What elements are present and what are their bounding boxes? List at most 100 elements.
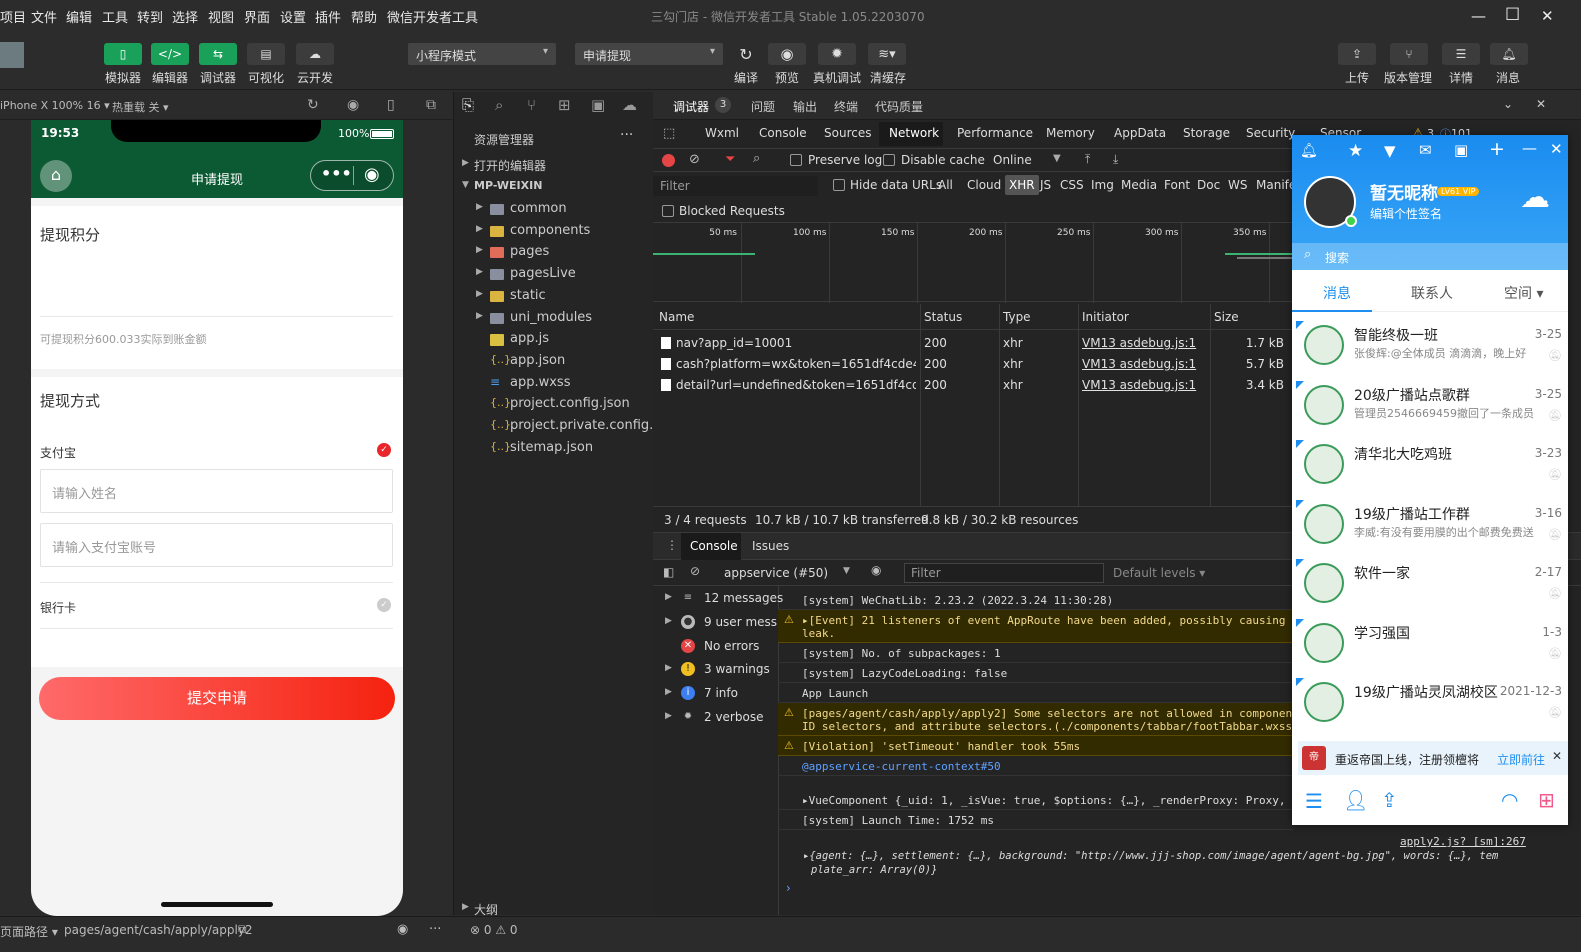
more-icon[interactable]: ••• [321,164,352,183]
menu-edit[interactable]: 编辑 [66,7,92,26]
apps-icon[interactable]: ⊞ [1538,788,1555,812]
chevron-right-icon[interactable]: ▶ [665,663,672,673]
star-icon[interactable]: ★ [1348,141,1363,161]
timeline-overview[interactable]: 50 ms 100 ms 150 ms 200 ms 250 ms 300 ms 350 m… [653,222,1293,303]
bell-icon[interactable]: 🔔︎ [1490,43,1528,65]
filter-xhr[interactable]: XHR [1005,175,1039,195]
file-tree-item[interactable]: ≡ app.wxss [454,373,654,395]
menu-project[interactable]: 项目 [0,7,26,26]
blocked-requests-checkbox[interactable] [662,205,674,217]
menu-interface[interactable]: 界面 [244,7,270,26]
debugger-icon[interactable]: ⇆ [199,43,237,65]
minimize-icon[interactable]: — [1522,139,1537,157]
tab-wxml[interactable]: Wxml [705,126,739,140]
eye-icon[interactable]: ◉ [768,43,806,65]
upload-icon[interactable]: ⤒ [1085,152,1090,167]
weather-icon[interactable]: ☁ [1520,180,1550,215]
chevron-right-icon[interactable]: ▶ [665,592,672,602]
tab-debugger[interactable]: 调试器 [673,98,709,115]
file-tree-item[interactable]: {..} app.json [454,351,654,373]
table-row[interactable]: cash?platform=wx&token=1651df4cde425... 2… [653,354,1293,375]
col-status[interactable]: Status [924,310,962,324]
tab-appdata[interactable]: AppData [1114,126,1166,140]
console-message[interactable]: [system] Launch Time: 1752 ms [778,810,1293,830]
alipay-label[interactable]: 支付宝 [40,444,76,461]
console-message[interactable]: @appservice-current-context#50 [778,756,1293,776]
banner-action[interactable]: 立即前往 [1497,751,1545,768]
chat-item[interactable]: 智能终极一班 张俊辉:@全体成员 滴滴滴，晚上好 3-25 🔕︎ [1292,317,1568,376]
alipay-account-input[interactable]: 请输入支付宝账号 [40,523,393,567]
console-filter-user[interactable]: ▶ ● 9 user mess... [663,613,788,635]
filter-manifest[interactable]: Manifest [1256,178,1293,192]
preserve-log-checkbox[interactable] [790,154,802,166]
more-icon[interactable]: ⋮ [666,538,678,552]
cloud-icon[interactable]: ☁ [296,43,334,65]
chat-item[interactable]: 清华北大吃鸡班 3-23 🔕︎ [1292,436,1568,495]
phone-icon[interactable]: ▯ [104,43,142,65]
menu-icon[interactable]: ☰ [1305,789,1323,813]
menu-icon[interactable]: ☰ [1442,43,1480,65]
chevron-right-icon[interactable]: ▶ [476,224,483,234]
chevron-right-icon[interactable]: ▶ [476,311,483,321]
levels-select[interactable]: Default levels ▾ [1113,566,1205,580]
col-type[interactable]: Type [1003,310,1031,324]
prompt-icon[interactable]: › [786,881,791,895]
search-icon[interactable]: ⌕ [495,96,503,114]
chat-item[interactable]: 学习强国 1-3 🔕︎ [1292,615,1568,674]
close-icon[interactable]: ✕ [1536,97,1546,111]
qq-tab-messages[interactable]: 消息 [1323,283,1351,303]
col-name[interactable]: Name [659,310,694,324]
chat-item[interactable]: 19级广播站灵凤湖校区 2021-12-3 🔕︎ [1292,674,1568,733]
bug-icon[interactable]: ✹ [818,43,856,65]
console-filter-input[interactable]: Filter [904,563,1104,583]
close-icon[interactable]: ✕ [1541,7,1554,25]
filter-media[interactable]: Media [1121,178,1157,192]
file-tree-item[interactable]: app.js [454,329,654,351]
mail-icon[interactable]: ✉ [1419,141,1432,159]
maximize-icon[interactable]: ☐ [1505,5,1520,25]
chevron-right-icon[interactable]: ▶ [476,289,483,299]
filter-js[interactable]: JS [1040,178,1051,192]
minimize-icon[interactable]: — [1471,7,1486,25]
console-filter-warning[interactable]: ▶! 3 warnings [663,660,778,682]
table-row[interactable]: nav?app_id=10001 200 xhr VM13 asdebug.js:1 1… [653,333,1293,354]
sidebar-toggle-icon[interactable]: ◧ [663,565,674,579]
inspect-icon[interactable]: ⬚ [663,126,675,141]
check-icon[interactable]: ✓ [377,443,391,457]
chevron-right-icon[interactable]: ▶ [665,711,672,721]
online-status-icon[interactable] [1345,215,1357,227]
chevron-right-icon[interactable]: ▶ [476,267,483,277]
tab-console[interactable]: Console [759,126,807,140]
menu-file[interactable]: 文件 [31,7,57,26]
filter-all[interactable]: All [938,178,953,192]
upload-icon[interactable]: ⇪ [1381,788,1398,812]
console-message[interactable]: ⚠ ▸[Event] 21 listeners of event AppRoute… [778,610,1293,643]
cloud-function-icon[interactable]: ☁ [622,96,637,114]
bell-icon[interactable]: 🔔︎ [1300,143,1318,159]
throttle-select[interactable]: Online [993,153,1032,167]
rotate-icon[interactable]: ↻ [307,97,319,113]
chevron-down-icon[interactable]: ▼ [843,566,850,576]
more-icon[interactable]: ··· [620,127,633,143]
object-line-1[interactable]: ▸{agent: {…}, settlement: {…}, backgroun… [803,850,1498,862]
tab-network[interactable]: Network [889,126,939,140]
tab-memory[interactable]: Memory [1046,126,1095,140]
file-tree-item[interactable]: ▶ pages [454,242,654,264]
filter-font[interactable]: Font [1164,178,1190,192]
hide-data-urls-checkbox[interactable] [833,179,845,191]
drawer-tab-console[interactable]: Console [690,539,738,553]
eye-icon[interactable]: ◉ [397,922,408,937]
chevron-right-icon[interactable]: ▶ [665,687,672,697]
close-mini-icon[interactable]: ◉ [364,164,380,185]
eye-icon[interactable]: ◉ [871,563,881,577]
menu-tools[interactable]: 工具 [102,7,128,26]
file-tree-item[interactable]: {..} project.config.json [454,394,654,416]
console-message[interactable]: ⚠ [pages/agent/cash/apply/apply2] Some se… [778,703,1293,736]
chevron-down-icon[interactable]: ⌄ [1503,97,1513,111]
tab-sources[interactable]: Sources [824,126,871,140]
bank-label[interactable]: 银行卡 [40,599,76,616]
console-message[interactable]: ▸VueComponent {_uid: 1, _isVue: true, $o… [778,790,1293,810]
check-icon[interactable]: ✓ [377,598,391,612]
add-icon[interactable]: + [1489,138,1505,160]
tab-code-quality[interactable]: 代码质量 [875,98,923,115]
